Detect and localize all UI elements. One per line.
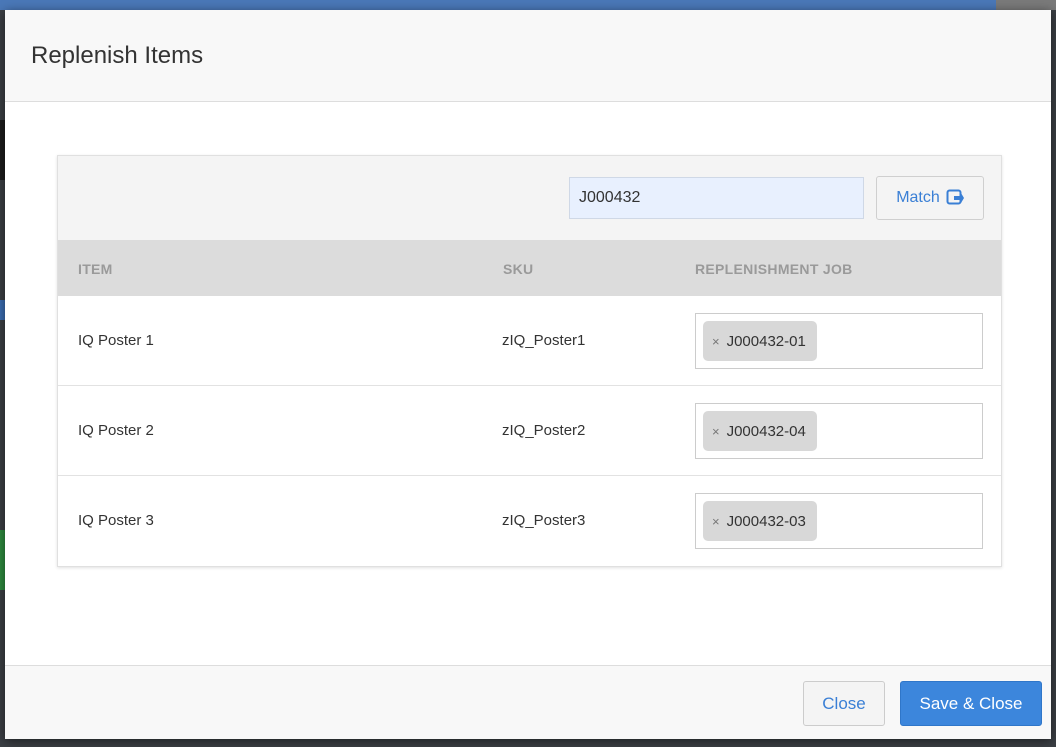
table-body: IQ Poster 1 zIQ_Poster1 × J000432-01 IQ … — [58, 296, 1001, 566]
job-tag-label: J000432-04 — [726, 422, 806, 440]
column-header-item: ITEM — [78, 261, 113, 277]
replenishment-job-select[interactable]: × J000432-03 — [695, 493, 983, 549]
item-sku: zIQ_Poster3 — [502, 512, 586, 529]
save-and-close-button[interactable]: Save & Close — [900, 681, 1042, 726]
modal-header: Replenish Items — [5, 10, 1051, 102]
backdrop-top-bar — [0, 0, 1056, 10]
match-icon — [946, 189, 964, 205]
item-name: IQ Poster 1 — [78, 332, 154, 349]
close-button[interactable]: Close — [803, 681, 885, 726]
modal-footer: Close Save & Close — [5, 665, 1051, 739]
replenishment-job-select[interactable]: × J000432-01 — [695, 313, 983, 369]
item-name: IQ Poster 3 — [78, 512, 154, 529]
table-row: IQ Poster 2 zIQ_Poster2 × J000432-04 — [58, 386, 1001, 476]
panel-toolbar: Match — [58, 156, 1001, 240]
job-tag: × J000432-03 — [703, 501, 817, 541]
table-row: IQ Poster 3 zIQ_Poster3 × J000432-03 — [58, 476, 1001, 566]
job-number-input[interactable] — [569, 177, 864, 219]
remove-tag-icon[interactable]: × — [712, 514, 720, 529]
match-label: Match — [896, 189, 940, 206]
column-header-replenishment-job: REPLENISHMENT JOB — [695, 261, 853, 277]
column-header-sku: SKU — [503, 261, 534, 277]
match-button[interactable]: Match — [876, 176, 984, 220]
backdrop-corner — [996, 0, 1056, 10]
job-tag-label: J000432-03 — [726, 512, 806, 530]
job-tag: × J000432-01 — [703, 321, 817, 361]
job-tag-label: J000432-01 — [726, 332, 806, 350]
remove-tag-icon[interactable]: × — [712, 424, 720, 439]
table-header: ITEM SKU REPLENISHMENT JOB — [58, 240, 1001, 296]
modal-title: Replenish Items — [31, 41, 204, 69]
replenishment-job-select[interactable]: × J000432-04 — [695, 403, 983, 459]
table-row: IQ Poster 1 zIQ_Poster1 × J000432-01 — [58, 296, 1001, 386]
job-tag: × J000432-04 — [703, 411, 817, 451]
item-name: IQ Poster 2 — [78, 422, 154, 439]
remove-tag-icon[interactable]: × — [712, 334, 720, 349]
item-sku: zIQ_Poster2 — [502, 422, 586, 439]
item-sku: zIQ_Poster1 — [502, 332, 586, 349]
replenish-items-modal: Replenish Items Match ITEM SKU REPLENISH… — [5, 10, 1051, 739]
replenish-panel: Match ITEM SKU REPLENISHMENT JOB IQ Post… — [57, 155, 1002, 567]
